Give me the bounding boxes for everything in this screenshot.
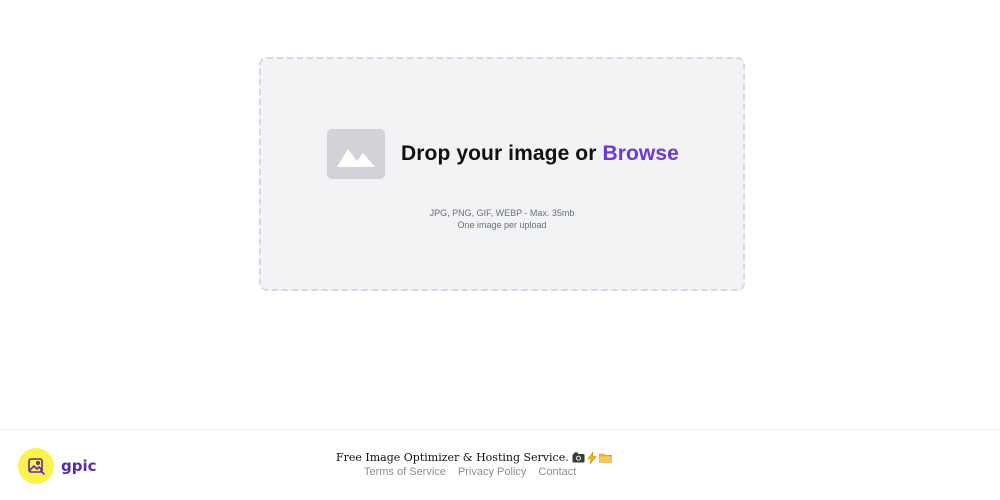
brand-logo[interactable]: gpic — [18, 448, 97, 484]
lightning-icon — [587, 451, 597, 464]
camera-icon — [572, 452, 585, 463]
upload-limit: One image per upload — [457, 220, 547, 230]
logo-badge — [18, 448, 54, 484]
footer-links: Terms of Service Privacy Policy Contact — [364, 466, 588, 478]
upload-dropzone[interactable]: Drop your image or Browse JPG, PNG, GIF,… — [259, 57, 745, 291]
accepted-formats: JPG, PNG, GIF, WEBP - Max. 35mb — [429, 208, 575, 218]
image-placeholder-icon — [327, 129, 385, 179]
footer-divider — [0, 429, 1000, 430]
upload-hints: JPG, PNG, GIF, WEBP - Max. 35mb One imag… — [261, 207, 743, 231]
drop-row: Drop your image or Browse — [327, 129, 679, 179]
folder-icon — [598, 453, 612, 463]
image-edit-icon — [28, 458, 45, 475]
tagline-icons — [572, 451, 612, 464]
tagline-text: Free Image Optimizer & Hosting Service. — [336, 451, 569, 464]
drop-prompt-text: Drop your image or — [401, 142, 603, 165]
privacy-link[interactable]: Privacy Policy — [458, 466, 526, 478]
contact-link[interactable]: Contact — [538, 466, 576, 478]
drop-prompt: Drop your image or Browse — [401, 142, 679, 166]
brand-name: gpic — [61, 457, 97, 475]
browse-link[interactable]: Browse — [602, 142, 678, 165]
terms-link[interactable]: Terms of Service — [364, 466, 446, 478]
footer-tagline: Free Image Optimizer & Hosting Service. — [336, 451, 612, 464]
page: Drop your image or Browse JPG, PNG, GIF,… — [0, 0, 1000, 500]
